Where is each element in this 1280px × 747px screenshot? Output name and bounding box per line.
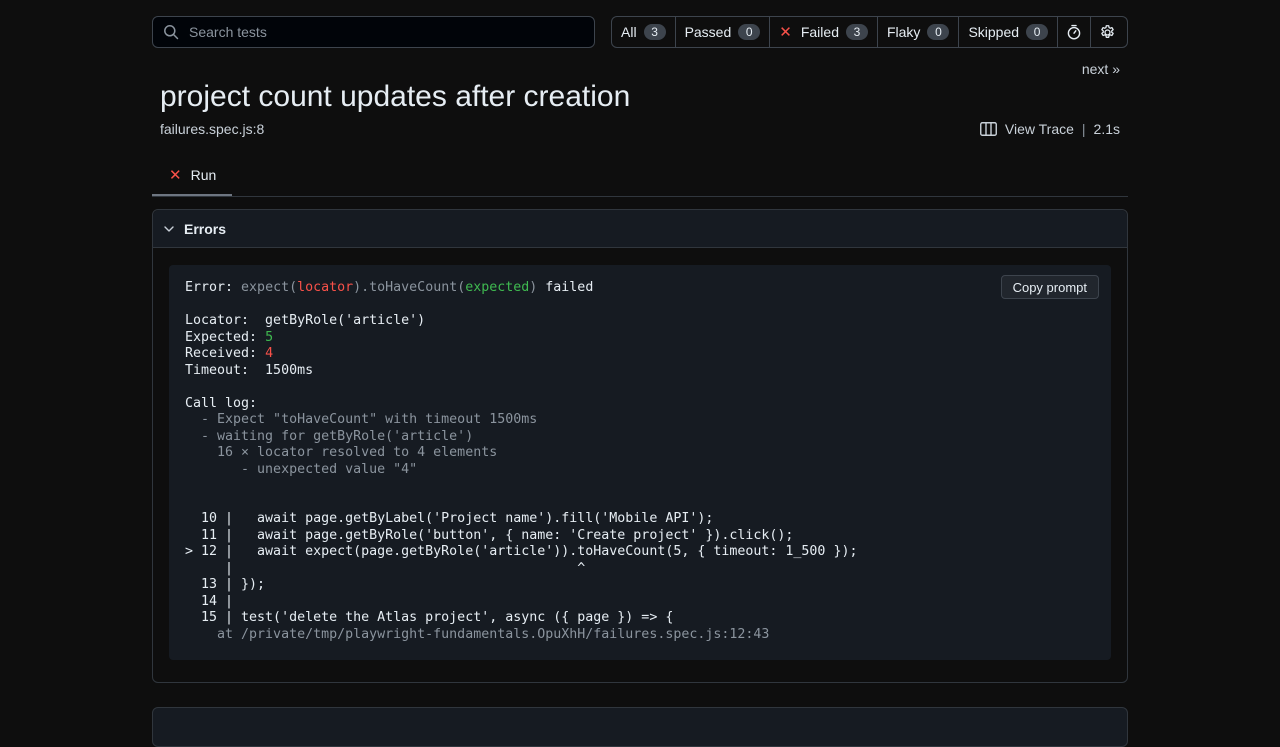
code-line: 13 | }); [185,577,266,592]
filter-flaky[interactable]: Flaky 0 [878,17,960,47]
code-line: > 12 | await expect(page.getByRole('arti… [185,544,858,559]
error-method: ).toHaveCount( [353,280,466,295]
result-tabs: ✕ Run [152,156,1128,197]
error-suffix: failed [537,280,594,295]
test-title: project count updates after creation [160,80,631,113]
chevron-down-icon [164,225,174,232]
status-filter-bar: All 3 Passed 0 ✕ Failed 3 Flaky 0 Skippe… [611,16,1128,48]
tab-run[interactable]: ✕ Run [152,156,232,196]
filter-count: 0 [738,24,761,40]
filter-skipped[interactable]: Skipped 0 [959,17,1059,47]
search-icon [164,25,179,40]
speedboard-button[interactable] [1058,17,1092,47]
settings-button[interactable] [1091,17,1123,47]
filter-failed[interactable]: ✕ Failed 3 [770,17,878,47]
filter-all[interactable]: All 3 [612,17,676,47]
timeout-line: Timeout: 1500ms [185,362,314,378]
error-prefix: Error: [185,280,242,295]
filter-count: 3 [845,24,868,40]
expected-label: Expected: [185,329,266,345]
filter-label: Skipped [968,24,1020,40]
received-value: 4 [265,346,274,361]
error-locator: locator [297,280,354,295]
error-text: Error: expect(locator).toHaveCount(expec… [185,280,857,643]
error-expect: expect( [241,280,298,295]
call-log-line: - unexpected value "4" [185,461,418,477]
columns-icon [979,122,997,136]
view-trace-link[interactable]: View Trace [979,121,1074,137]
code-line: 11 | await page.getByRole('button', { na… [185,527,794,543]
filter-passed[interactable]: Passed 0 [676,17,771,47]
trace-info: View Trace | 2.1s [979,121,1120,137]
expected-value: 5 [265,329,274,345]
test-location: failures.spec.js:8 [160,121,265,137]
next-section-collapsed [152,707,1128,747]
tab-label: Run [190,167,217,183]
stopwatch-icon [1067,24,1081,40]
x-icon: ✕ [169,167,182,184]
call-log-line: Call log: [185,395,258,411]
copy-prompt-button[interactable]: Copy prompt [1000,275,1099,299]
call-log-line: - Expect "toHaveCount" with timeout 1500… [185,412,538,427]
received-label: Received: [185,346,266,361]
filter-label: Passed [684,24,732,40]
code-line: 10 | await page.getByLabel('Project name… [185,511,714,526]
next-test-link[interactable]: next » [1082,61,1120,77]
call-log-line: - waiting for getByRole('article') [185,428,474,444]
x-icon: ✕ [779,24,792,41]
search-input[interactable] [179,16,594,48]
separator: | [1081,121,1086,137]
stack-trace-line: at /private/tmp/playwright-fundamentals.… [185,626,770,642]
filter-count: 3 [643,24,666,40]
code-line: | ^ [185,560,586,576]
error-message-panel: Copy prompt Error: expect(locator).toHav… [169,265,1111,660]
filter-count: 0 [1026,24,1049,40]
errors-section: Errors Copy prompt Error: expect(locator… [152,209,1128,683]
errors-title: Errors [184,220,227,237]
code-line: 14 | [185,593,234,609]
filter-count: 0 [927,24,950,40]
test-duration: 2.1s [1093,121,1120,137]
code-line: 15 | test('delete the Atlas project', as… [185,610,674,625]
view-trace-label: View Trace [1004,121,1074,137]
filter-label: All [621,24,637,40]
call-log-line: 16 × locator resolved to 4 elements [185,445,498,460]
gear-icon [1100,24,1114,38]
error-expected: expected [465,280,530,295]
filter-label: Flaky [886,24,921,40]
locator-line: Locator: getByRole('article') [185,313,426,328]
filter-label: Failed [800,24,839,40]
errors-header[interactable]: Errors [153,210,1127,248]
search-bar[interactable] [152,16,595,48]
